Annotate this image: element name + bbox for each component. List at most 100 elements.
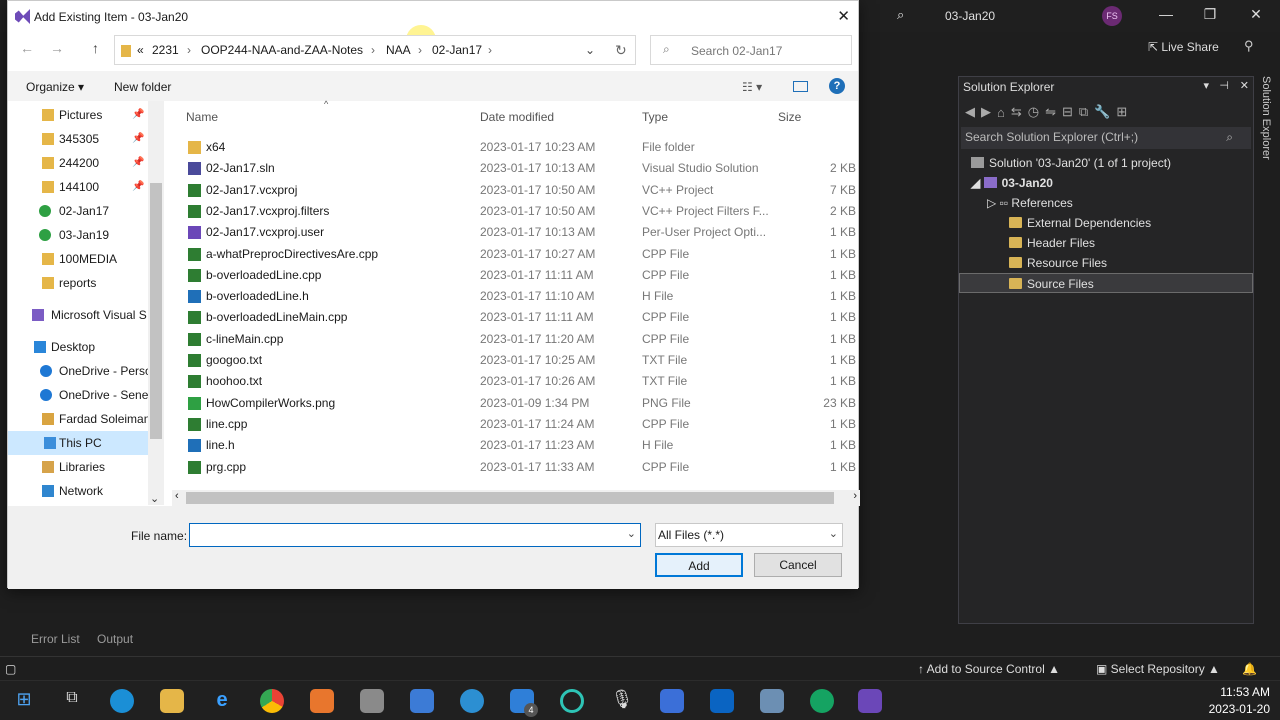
help-icon[interactable]: ? bbox=[829, 78, 845, 94]
tree-node-header-files[interactable]: Header Files bbox=[959, 233, 1253, 253]
nav-item-libraries[interactable]: Libraries bbox=[8, 455, 148, 479]
globe-icon[interactable] bbox=[460, 689, 484, 713]
file-type-select[interactable]: All Files (*.*) ⌄ bbox=[655, 523, 843, 547]
file-row[interactable]: 02-Jan17.vcxproj.user 2023-01-17 10:13 AM… bbox=[184, 222, 856, 243]
close-icon[interactable]: ✕ bbox=[1246, 6, 1266, 23]
file-row[interactable]: b-overloadedLineMain.cpp 2023-01-17 11:11… bbox=[184, 307, 856, 328]
file-row[interactable]: line.h 2023-01-17 11:23 AM H File 1 KB bbox=[184, 435, 856, 456]
refresh-icon[interactable]: ↻ bbox=[615, 42, 627, 59]
breadcrumb-02-jan17[interactable]: 02-Jan17 bbox=[432, 43, 482, 57]
column-header-size[interactable]: Size bbox=[778, 110, 801, 124]
sync-icon[interactable]: ⇋ bbox=[1045, 104, 1056, 120]
edge-icon[interactable] bbox=[110, 689, 134, 713]
breadcrumb-2231[interactable]: 2231 bbox=[152, 43, 179, 57]
file-row[interactable]: hoohoo.txt 2023-01-17 10:26 AM TXT File 1 K… bbox=[184, 371, 856, 392]
history-icon[interactable]: ◷ bbox=[1028, 104, 1039, 120]
close-icon[interactable]: ✕ bbox=[1240, 79, 1249, 92]
file-row[interactable]: x64 2023-01-17 10:23 AM File folder bbox=[184, 137, 854, 158]
file-row[interactable]: b-overloadedLine.h 2023-01-17 11:10 AM H F… bbox=[184, 286, 856, 307]
nav-item-onedrive-personal[interactable]: OneDrive - Perso bbox=[8, 359, 148, 383]
tab-error-list[interactable]: Error List bbox=[31, 632, 80, 646]
view-options-icon[interactable]: ☷ ▾ bbox=[742, 80, 762, 94]
file-row[interactable]: c-lineMain.cpp 2023-01-17 11:20 AM CPP Fil… bbox=[184, 329, 856, 350]
nav-item-user-folder[interactable]: Fardad Soleiman bbox=[8, 407, 148, 431]
microphone-icon[interactable]: 🎙 bbox=[610, 689, 634, 713]
preview-icon[interactable]: ⊞ bbox=[1116, 104, 1127, 120]
camera-icon[interactable] bbox=[360, 689, 384, 713]
nav-item-03-jan19[interactable]: 03-Jan19 bbox=[8, 223, 148, 247]
scroll-down-icon[interactable]: ⌄ bbox=[150, 492, 159, 505]
breadcrumb-notes[interactable]: OOP244-NAA-and-ZAA-Notes bbox=[201, 43, 363, 57]
file-row[interactable]: 02-Jan17.vcxproj.filters 2023-01-17 10:50… bbox=[184, 201, 856, 222]
file-row[interactable]: b-overloadedLine.cpp 2023-01-17 11:11 AM C… bbox=[184, 265, 856, 286]
tree-node-resource-files[interactable]: Resource Files bbox=[959, 253, 1253, 273]
file-row[interactable]: 02-Jan17.sln 2023-01-17 10:13 AM Visual St… bbox=[184, 158, 856, 179]
bell-icon[interactable]: 🔔 bbox=[1242, 662, 1257, 676]
feedback-icon[interactable]: ⚲ bbox=[1244, 38, 1254, 54]
column-header-name[interactable]: Name bbox=[186, 110, 218, 124]
properties-icon[interactable]: 🔧 bbox=[1094, 104, 1110, 120]
snipping-tool-icon[interactable] bbox=[760, 689, 784, 713]
switch-views-icon[interactable]: ⇆ bbox=[1011, 104, 1022, 120]
chevron-down-icon[interactable]: ⌄ bbox=[627, 527, 636, 540]
forward-arrow-icon[interactable]: → bbox=[50, 40, 64, 56]
internet-explorer-icon[interactable]: e bbox=[210, 689, 234, 713]
expand-icon[interactable]: ◢ bbox=[971, 176, 984, 190]
search-icon[interactable]: ⌕ bbox=[897, 7, 904, 23]
home-icon[interactable]: ⌂ bbox=[997, 105, 1005, 120]
notification-icon[interactable]: ▢ bbox=[5, 662, 16, 676]
outlook-icon[interactable] bbox=[710, 689, 734, 713]
close-icon[interactable]: ✕ bbox=[837, 7, 850, 25]
file-row[interactable]: googoo.txt 2023-01-17 10:25 AM TXT File 1 K… bbox=[184, 350, 856, 371]
chevron-right-icon[interactable]: › bbox=[488, 43, 492, 57]
nav-item-pictures[interactable]: Pictures 📌 bbox=[8, 103, 148, 127]
new-folder-button[interactable]: New folder bbox=[114, 80, 171, 94]
nav-item-visual-studio[interactable]: Microsoft Visual S bbox=[8, 303, 148, 327]
breadcrumb-naa[interactable]: NAA bbox=[386, 43, 411, 57]
minimize-icon[interactable]: — bbox=[1156, 6, 1176, 22]
nav-item-345305[interactable]: 345305 📌 bbox=[8, 127, 148, 151]
chevron-down-icon[interactable]: ⌄ bbox=[585, 43, 595, 57]
column-header-type[interactable]: Type bbox=[642, 110, 668, 124]
back-arrow-icon[interactable]: ← bbox=[20, 40, 34, 56]
taskbar-clock[interactable]: 11:53 AM 2023-01-20 bbox=[1209, 684, 1270, 718]
nav-item-144100[interactable]: 144100 📌 bbox=[8, 175, 148, 199]
add-button[interactable]: Add bbox=[655, 553, 743, 577]
presenter-app-icon[interactable] bbox=[310, 689, 334, 713]
collapse-all-icon[interactable]: ⊟ bbox=[1062, 104, 1073, 120]
tree-node-external-dependencies[interactable]: External Dependencies bbox=[959, 213, 1253, 233]
scroll-left-icon[interactable]: ‹ bbox=[175, 490, 179, 502]
nav-scrollbar[interactable]: ⌄ bbox=[148, 101, 164, 505]
pin-icon[interactable]: 📌 bbox=[132, 175, 144, 199]
nav-item-network[interactable]: Network bbox=[8, 479, 148, 503]
file-row[interactable]: 02-Jan17.vcxproj 2023-01-17 10:50 AM VC++ … bbox=[184, 180, 856, 201]
solution-explorer-search[interactable]: Search Solution Explorer (Ctrl+;) ⌕ bbox=[961, 127, 1251, 149]
up-arrow-icon[interactable]: ↑ bbox=[92, 40, 99, 56]
tree-node-source-files[interactable]: Source Files bbox=[959, 273, 1253, 293]
scrollbar-thumb[interactable] bbox=[186, 492, 834, 504]
calculator-icon[interactable] bbox=[660, 689, 684, 713]
task-view-icon[interactable]: ⧉ bbox=[60, 689, 84, 713]
address-bar[interactable]: « 2231 › OOP244-NAA-and-ZAA-Notes › NAA … bbox=[114, 35, 636, 65]
scrollbar-thumb[interactable] bbox=[150, 183, 162, 439]
solution-node[interactable]: Solution '03-Jan20' (1 of 1 project) bbox=[959, 153, 1253, 173]
network-app-icon[interactable] bbox=[410, 689, 434, 713]
side-tab-solution-explorer[interactable]: Solution Explorer bbox=[1256, 76, 1272, 166]
project-node[interactable]: ◢ 03-Jan20 bbox=[959, 173, 1253, 193]
restore-icon[interactable]: ❐ bbox=[1200, 6, 1220, 23]
visual-studio-icon[interactable] bbox=[858, 689, 882, 713]
nav-item-100media[interactable]: 100MEDIA bbox=[8, 247, 148, 271]
live-share-button[interactable]: ⇱ Live Share bbox=[1148, 40, 1219, 54]
scroll-right-icon[interactable]: › bbox=[853, 490, 857, 502]
add-source-control-button[interactable]: ↑ Add to Source Control ▲ bbox=[918, 662, 1060, 676]
file-row[interactable]: HowCompilerWorks.png 2023-01-09 1:34 PM PN… bbox=[184, 393, 856, 414]
search-input[interactable]: ⌕ Search 02-Jan17 bbox=[650, 35, 852, 65]
nav-item-this-pc[interactable]: This PC bbox=[8, 431, 148, 455]
select-repository-button[interactable]: ▣ Select Repository ▲ bbox=[1096, 662, 1220, 676]
chrome-icon[interactable] bbox=[260, 689, 284, 713]
column-header-date[interactable]: Date modified bbox=[480, 110, 554, 124]
dropdown-icon[interactable]: ▾ bbox=[1203, 79, 1209, 92]
cancel-button[interactable]: Cancel bbox=[754, 553, 842, 577]
nav-item-onedrive-seneca[interactable]: OneDrive - Sene bbox=[8, 383, 148, 407]
horizontal-scrollbar[interactable]: ‹ › bbox=[172, 490, 860, 506]
